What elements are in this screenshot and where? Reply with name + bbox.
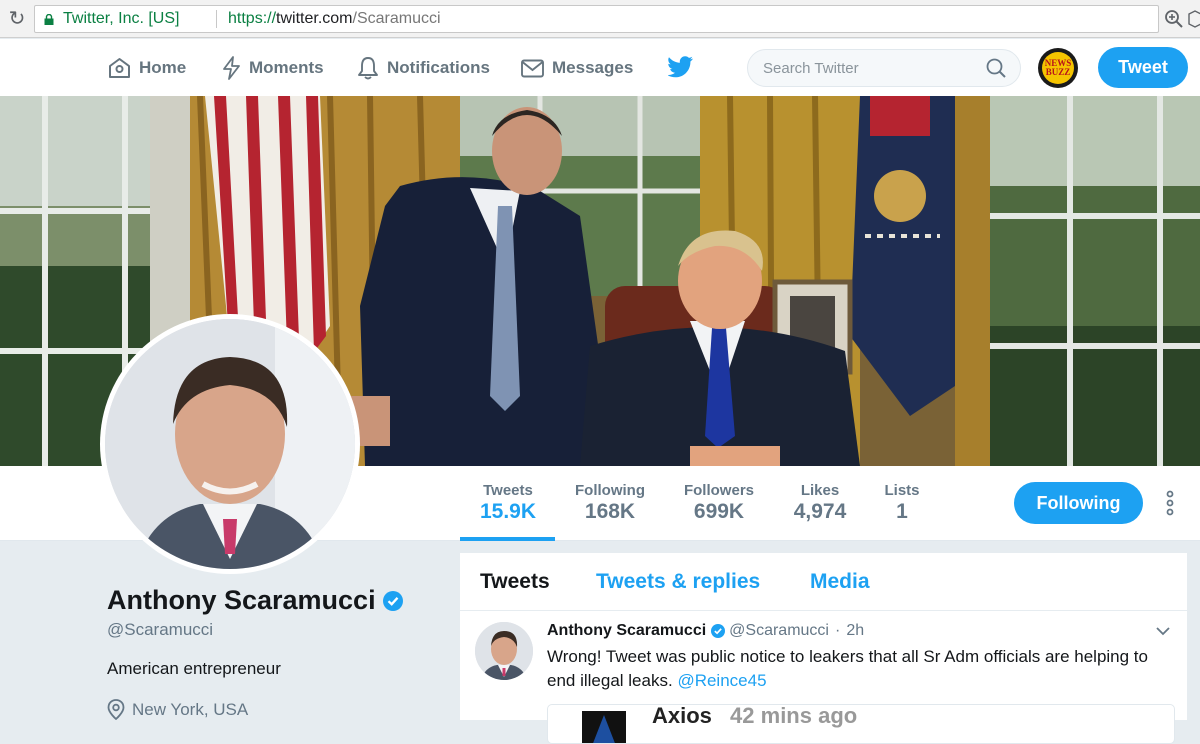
search-box[interactable]: [747, 49, 1021, 87]
tab-tweets-replies[interactable]: Tweets & replies: [596, 570, 760, 594]
more-options-icon[interactable]: [1160, 489, 1180, 517]
tweet-body: Wrong! Tweet was public notice to leaker…: [547, 647, 1148, 690]
nav-moments-label: Moments: [249, 58, 324, 77]
bell-icon: [358, 57, 378, 80]
stat-lists-value: 1: [896, 500, 908, 523]
lightning-icon: [223, 56, 240, 80]
axios-logo-icon: [582, 711, 626, 743]
stat-lists-label: Lists: [884, 482, 920, 499]
profile-handle: @Scaramucci: [107, 620, 214, 639]
profile-avatar[interactable]: [100, 314, 360, 574]
link-card-text: Axios 42 mins ago: [652, 704, 858, 729]
url-text[interactable]: https://twitter.com/Scaramucci: [228, 6, 441, 32]
profile-location: New York, USA: [107, 699, 248, 720]
profile-bio: American entrepreneur: [107, 659, 281, 678]
nav-notifications-label: Notifications: [387, 58, 490, 77]
tweet-meta-dot: ·: [834, 622, 841, 639]
nav-messages[interactable]: Messages: [521, 56, 633, 80]
stat-tweets-label: Tweets: [483, 482, 533, 499]
tweet-avatar-art: [475, 622, 533, 680]
stat-followers[interactable]: Followers 699K: [681, 482, 757, 524]
tab-media[interactable]: Media: [810, 570, 870, 594]
tweet-mention-link[interactable]: @Reince45: [677, 671, 766, 690]
link-card-time: 42 mins ago: [730, 704, 858, 728]
tab-tweets[interactable]: Tweets: [480, 570, 550, 594]
tweet-text: Wrong! Tweet was public notice to leaker…: [547, 645, 1167, 693]
account-avatar[interactable]: NEWS BUZZ: [1038, 48, 1078, 88]
url-separator: [216, 10, 217, 28]
profile-name: Anthony Scaramucci: [107, 585, 403, 616]
tweet-link-card[interactable]: Axios 42 mins ago: [547, 704, 1175, 744]
nav-messages-label: Messages: [552, 58, 634, 77]
search-input[interactable]: [763, 58, 973, 78]
tweet-timestamp[interactable]: 2h: [846, 622, 864, 640]
tweet-header: Anthony Scaramucci @Scaramucci · 2h: [547, 622, 864, 640]
stat-following[interactable]: Following 168K: [572, 482, 648, 524]
lock-icon: [44, 14, 54, 25]
timeline: Tweets Tweets & replies Media Anthony Sc…: [460, 553, 1187, 744]
url-path: /Scaramucci: [352, 10, 441, 27]
nav-home[interactable]: Home: [108, 56, 186, 80]
top-navigation: Home Moments Notifications Messages NEWS…: [0, 39, 1200, 96]
profile-avatar-photo: [105, 319, 355, 569]
chevron-down-icon[interactable]: [1155, 625, 1171, 637]
stat-tweets[interactable]: Tweets 15.9K: [478, 482, 538, 524]
stat-following-label: Following: [575, 482, 645, 499]
tweet-button[interactable]: Tweet: [1098, 47, 1188, 88]
site-identity[interactable]: Twitter, Inc. [US]: [63, 6, 179, 32]
tweet-author-name[interactable]: Anthony Scaramucci: [547, 622, 706, 640]
extension-icon[interactable]: [1188, 10, 1200, 28]
stat-followers-value: 699K: [693, 500, 745, 523]
home-icon: [109, 58, 130, 78]
zoom-icon[interactable]: [1164, 9, 1184, 29]
stat-lists[interactable]: Lists 1: [882, 482, 922, 524]
profile-location-text: New York, USA: [132, 699, 249, 719]
profile-photo-art: [105, 319, 355, 569]
stat-likes-label: Likes: [800, 482, 840, 499]
verified-badge-icon: [711, 624, 726, 638]
url-host: twitter.com: [276, 10, 353, 27]
envelope-icon: [521, 59, 544, 77]
twitter-bird-icon[interactable]: [668, 56, 694, 78]
browser-address-bar: ↻ Twitter, Inc. [US] https://twitter.com…: [0, 0, 1200, 38]
timeline-tabs: Tweets Tweets & replies Media: [460, 553, 1187, 611]
stat-tweets-value: 15.9K: [479, 500, 537, 523]
stat-followers-label: Followers: [683, 482, 754, 499]
tweet-author-handle[interactable]: @Scaramucci: [729, 622, 829, 640]
nav-home-label: Home: [139, 58, 187, 77]
following-button[interactable]: Following: [1014, 482, 1143, 524]
profile-name-text: Anthony Scaramucci: [107, 585, 376, 615]
nav-moments[interactable]: Moments: [222, 56, 324, 80]
tweet-author-avatar[interactable]: [475, 622, 533, 680]
url-scheme: https://: [228, 10, 277, 27]
location-pin-icon: [107, 699, 125, 720]
stat-likes-value: 4,974: [793, 500, 847, 523]
link-card-source: Axios: [652, 704, 712, 728]
active-stat-indicator: [460, 537, 555, 541]
tweet-item[interactable]: Anthony Scaramucci @Scaramucci · 2h Wron…: [460, 612, 1187, 744]
search-icon[interactable]: [986, 58, 1006, 78]
verified-badge-icon: [382, 590, 403, 611]
avatar-logo-text: NEWS BUZZ: [1044, 58, 1072, 77]
nav-notifications[interactable]: Notifications: [357, 56, 490, 80]
stat-following-value: 168K: [584, 500, 636, 523]
url-field[interactable]: Twitter, Inc. [US] https://twitter.com/S…: [34, 5, 1159, 33]
reload-icon[interactable]: ↻: [6, 8, 28, 30]
stat-likes[interactable]: Likes 4,974: [790, 482, 850, 524]
